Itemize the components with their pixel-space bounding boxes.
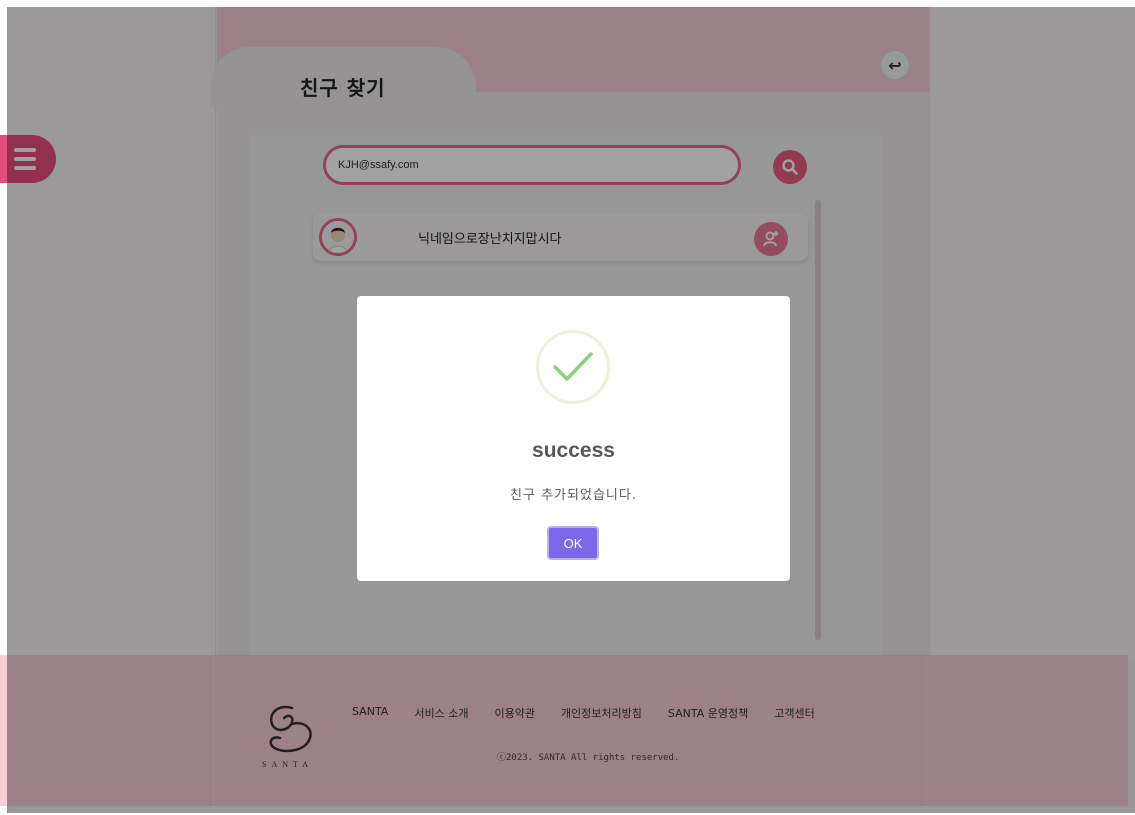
dialog-message: 친구 추가되었습니다. [510,488,637,503]
check-mark [553,352,593,381]
success-check-icon [536,330,610,404]
dialog-title: success [532,439,615,462]
success-dialog: success 친구 추가되었습니다. OK [357,296,790,581]
ok-button[interactable]: OK [547,526,599,560]
